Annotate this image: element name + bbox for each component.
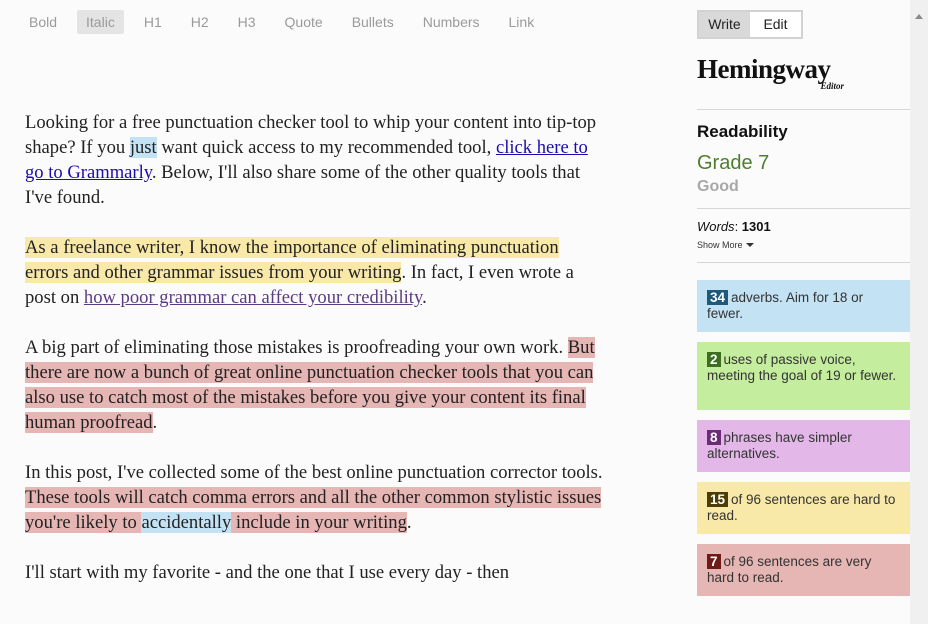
phrases-card: 8 phrases have simpler alternatives. xyxy=(697,420,910,472)
text-segment: want quick access to my recommended tool… xyxy=(156,137,496,158)
divider xyxy=(697,262,910,263)
quote-button[interactable]: Quote xyxy=(276,10,332,34)
passive-count: 2 xyxy=(707,352,721,367)
show-more-label: Show More xyxy=(697,240,743,250)
stats-sidebar: Write Edit Hemingway Editor Readability … xyxy=(697,10,910,263)
issue-cards: 34 adverbs. Aim for 18 or fewer. 2 uses of… xyxy=(697,280,910,606)
logo-title: Hemingway xyxy=(697,54,831,84)
mode-toggle: Write Edit xyxy=(697,10,803,39)
hemingway-logo: Hemingway Editor xyxy=(697,55,910,93)
adverb-highlight[interactable]: just xyxy=(129,137,157,158)
formatting-toolbar: Bold Italic H1 H2 H3 Quote Bullets Numbe… xyxy=(20,10,554,34)
bold-button[interactable]: Bold xyxy=(20,10,66,34)
scrollbar[interactable] xyxy=(910,0,928,624)
grade-level: Grade 7 xyxy=(697,152,770,174)
word-count: Words: 1301 xyxy=(697,219,771,234)
text-segment: In this post, I've collected some of the… xyxy=(25,462,603,483)
words-value: 1301 xyxy=(741,219,771,234)
divider xyxy=(697,208,910,209)
adverbs-text: adverbs. Aim for 18 or fewer. xyxy=(707,290,864,321)
credibility-link[interactable]: how poor grammar can affect your credibi… xyxy=(84,287,422,308)
bullets-button[interactable]: Bullets xyxy=(343,10,403,34)
caret-down-icon xyxy=(745,243,754,247)
text-editor[interactable]: Looking for a free punctuation checker t… xyxy=(25,110,605,610)
italic-button[interactable]: Italic xyxy=(77,10,124,34)
text-segment: include in your writing xyxy=(231,512,407,533)
show-more-toggle[interactable]: Show More xyxy=(697,240,910,250)
hard-text: of 96 sentences are hard to read. xyxy=(707,492,896,523)
adverb-highlight[interactable]: accidentally xyxy=(141,512,232,533)
hard-count: 15 xyxy=(707,492,729,507)
hard-sentences-card: 15 of 96 sentences are hard to read. xyxy=(697,482,910,534)
words-label: Words xyxy=(697,219,735,234)
phrases-count: 8 xyxy=(707,430,721,445)
logo-subtitle: Editor xyxy=(820,81,844,91)
h1-button[interactable]: H1 xyxy=(135,10,171,34)
paragraph-1: Looking for a free punctuation checker t… xyxy=(25,110,605,210)
numbers-button[interactable]: Numbers xyxy=(414,10,489,34)
edit-mode-button[interactable]: Edit xyxy=(750,12,801,37)
paragraph-5: I'll start with my favorite - and the on… xyxy=(25,560,605,585)
grade-description: Good xyxy=(697,178,739,195)
readability-heading: Readability xyxy=(697,122,788,141)
text-segment: I'll start with my favorite - and the on… xyxy=(25,562,510,583)
link-button[interactable]: Link xyxy=(500,10,544,34)
adverbs-count: 34 xyxy=(707,290,729,305)
phrases-text: phrases have simpler alternatives. xyxy=(707,430,852,461)
h3-button[interactable]: H3 xyxy=(229,10,265,34)
very-hard-text: of 96 sentences are very hard to read. xyxy=(707,554,872,585)
adverbs-card: 34 adverbs. Aim for 18 or fewer. xyxy=(697,280,910,332)
paragraph-2: As a freelance writer, I know the import… xyxy=(25,235,605,310)
paragraph-3: A big part of eliminating those mistakes… xyxy=(25,335,605,435)
text-segment: A big part of eliminating those mistakes… xyxy=(25,337,568,358)
very-hard-sentences-card: 7 of 96 sentences are very hard to read. xyxy=(697,544,910,596)
very-hard-sentence-highlight[interactable]: These tools will catch comma errors and … xyxy=(25,487,602,533)
write-mode-button[interactable]: Write xyxy=(699,12,750,37)
text-segment: . xyxy=(152,412,158,433)
very-hard-count: 7 xyxy=(707,554,721,569)
passive-text: uses of passive voice, meeting the goal … xyxy=(707,352,897,383)
text-segment: . xyxy=(422,287,427,308)
h2-button[interactable]: H2 xyxy=(182,10,218,34)
passive-voice-card: 2 uses of passive voice, meeting the goal… xyxy=(697,342,910,410)
divider xyxy=(697,109,910,110)
text-segment: . xyxy=(406,512,412,533)
scroll-up-arrow-icon[interactable] xyxy=(915,14,923,19)
paragraph-4: In this post, I've collected some of the… xyxy=(25,460,605,535)
